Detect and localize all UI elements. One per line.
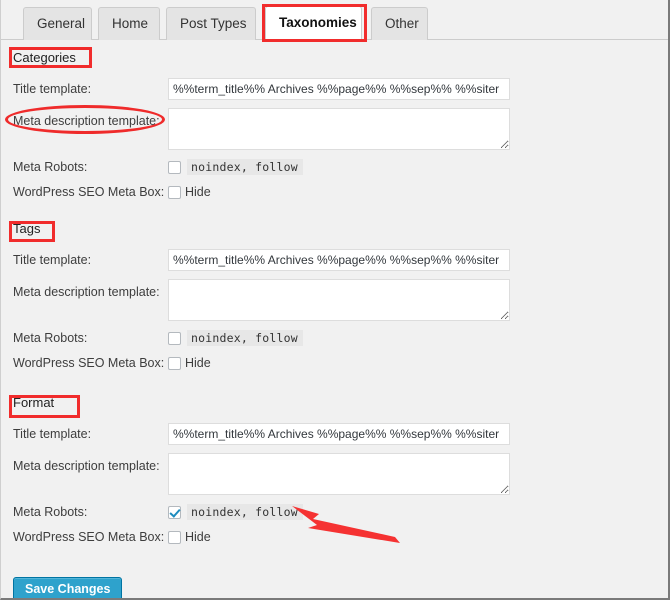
section-heading-format: Format: [13, 395, 55, 410]
label-title-template: Title template:: [13, 82, 92, 96]
tab-post-types[interactable]: Post Types: [166, 7, 256, 40]
tab-taxonomies[interactable]: Taxonomies: [265, 6, 362, 40]
checkbox-meta-robots-format[interactable]: [168, 506, 181, 519]
checkbox-meta-robots-categories[interactable]: [168, 161, 181, 174]
input-title-template-categories[interactable]: [168, 78, 510, 100]
label-noindex-follow-tags: noindex, follow: [187, 330, 303, 346]
tab-home[interactable]: Home: [98, 7, 160, 40]
section-heading-tags: Tags: [13, 221, 41, 236]
label-meta-description-template: Meta description template:: [13, 285, 160, 299]
checkbox-meta-robots-tags[interactable]: [168, 332, 181, 345]
checkbox-meta-box-hide-tags[interactable]: [168, 357, 181, 370]
label-title-template: Title template:: [13, 427, 92, 441]
tab-general[interactable]: General: [23, 7, 92, 40]
input-title-template-tags[interactable]: [168, 249, 510, 271]
input-title-template-format[interactable]: [168, 423, 510, 445]
textarea-meta-description-format[interactable]: [168, 453, 510, 495]
textarea-meta-description-categories[interactable]: [168, 108, 510, 150]
label-title-template: Title template:: [13, 253, 92, 267]
label-meta-robots: Meta Robots:: [13, 331, 88, 345]
label-hide-format: Hide: [185, 530, 211, 544]
label-noindex-follow-categories: noindex, follow: [187, 159, 303, 175]
label-meta-robots: Meta Robots:: [13, 160, 88, 174]
label-wp-seo-meta-box: WordPress SEO Meta Box:: [13, 530, 165, 544]
section-heading-categories: Categories: [13, 50, 76, 65]
save-changes-button[interactable]: Save Changes: [13, 577, 123, 598]
tab-bar: General Home Post Types Taxonomies Other: [1, 0, 668, 40]
label-wp-seo-meta-box: WordPress SEO Meta Box:: [13, 356, 165, 370]
checkbox-meta-box-hide-categories[interactable]: [168, 186, 181, 199]
label-meta-robots: Meta Robots:: [13, 505, 88, 519]
checkbox-meta-box-hide-format[interactable]: [168, 531, 181, 544]
label-meta-description-template: Meta description template:: [13, 114, 160, 128]
label-hide-tags: Hide: [185, 356, 211, 370]
label-noindex-follow-format: noindex, follow: [187, 504, 303, 520]
label-meta-description-template: Meta description template:: [13, 459, 160, 473]
label-wp-seo-meta-box: WordPress SEO Meta Box:: [13, 185, 165, 199]
tab-other[interactable]: Other: [371, 7, 428, 40]
tab-panel-taxonomies: Categories Title template: Meta descript…: [1, 40, 668, 598]
textarea-meta-description-tags[interactable]: [168, 279, 510, 321]
label-hide-categories: Hide: [185, 185, 211, 199]
settings-page: General Home Post Types Taxonomies Other…: [0, 0, 670, 600]
